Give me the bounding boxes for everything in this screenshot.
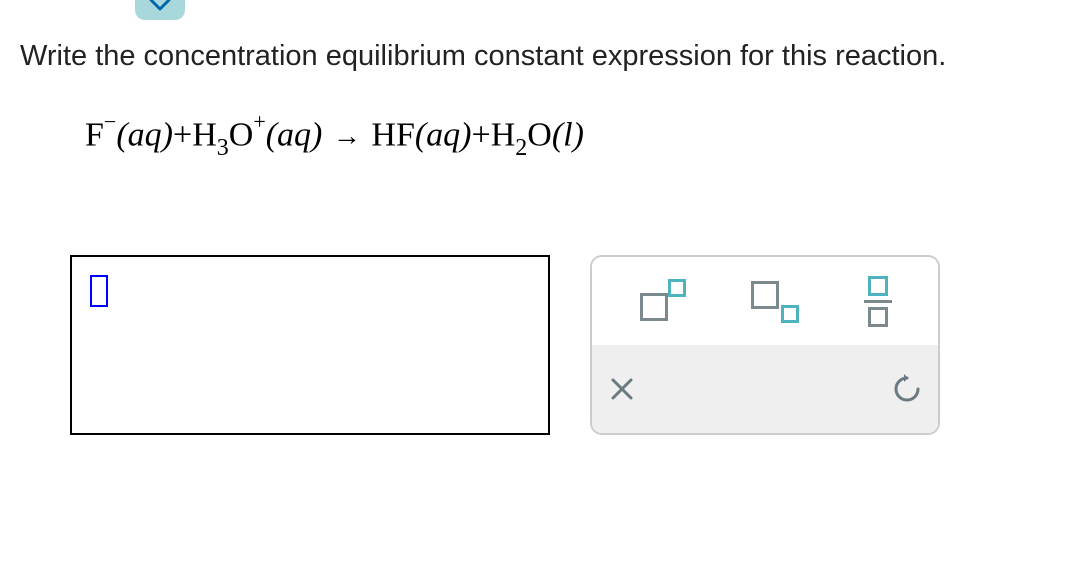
subscript-icon bbox=[751, 279, 801, 323]
clear-button[interactable] bbox=[607, 374, 637, 404]
superscript-tool-button[interactable] bbox=[638, 279, 688, 323]
reset-icon bbox=[891, 373, 923, 405]
superscript-icon bbox=[638, 279, 688, 323]
subscript-tool-button[interactable] bbox=[751, 279, 801, 323]
answer-input-box[interactable] bbox=[70, 255, 550, 435]
equation-tools-panel bbox=[590, 255, 940, 435]
close-icon bbox=[607, 374, 637, 404]
format-tools-row bbox=[592, 257, 938, 345]
fraction-icon bbox=[864, 276, 892, 327]
action-tools-row bbox=[592, 345, 938, 433]
hint-dropdown-indicator[interactable] bbox=[135, 0, 185, 20]
question-prompt: Write the concentration equilibrium cons… bbox=[20, 40, 1060, 73]
chevron-down-icon bbox=[149, 0, 171, 12]
reset-button[interactable] bbox=[891, 373, 923, 405]
chemical-equation: F−(aq)+H3O+(aq) → HF(aq)+H2O(l) bbox=[85, 113, 1060, 160]
input-cursor-placeholder bbox=[90, 275, 108, 307]
input-area-row bbox=[70, 255, 1060, 435]
fraction-tool-button[interactable] bbox=[864, 276, 892, 327]
